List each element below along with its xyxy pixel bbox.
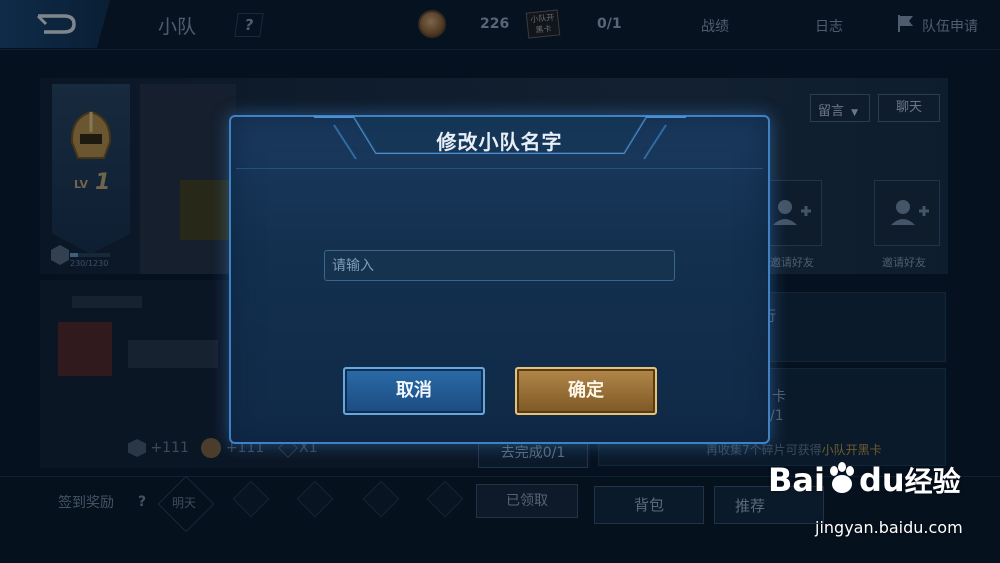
cancel-button[interactable]: 取消: [343, 367, 485, 415]
watermark-url: jingyan.baidu.com: [815, 518, 963, 537]
dialog-divider: [236, 168, 763, 169]
baidu-jingyan-logo: Bai du经验: [768, 460, 968, 510]
paw-icon: [829, 462, 854, 493]
dialog-title: 修改小队名字: [436, 130, 563, 154]
confirm-button[interactable]: 确定: [515, 367, 657, 415]
logo-text-cn: 经验: [904, 465, 961, 498]
logo-text-right: du: [858, 461, 905, 499]
team-name-input[interactable]: [324, 250, 675, 281]
logo-text-left: Bai: [768, 461, 825, 499]
